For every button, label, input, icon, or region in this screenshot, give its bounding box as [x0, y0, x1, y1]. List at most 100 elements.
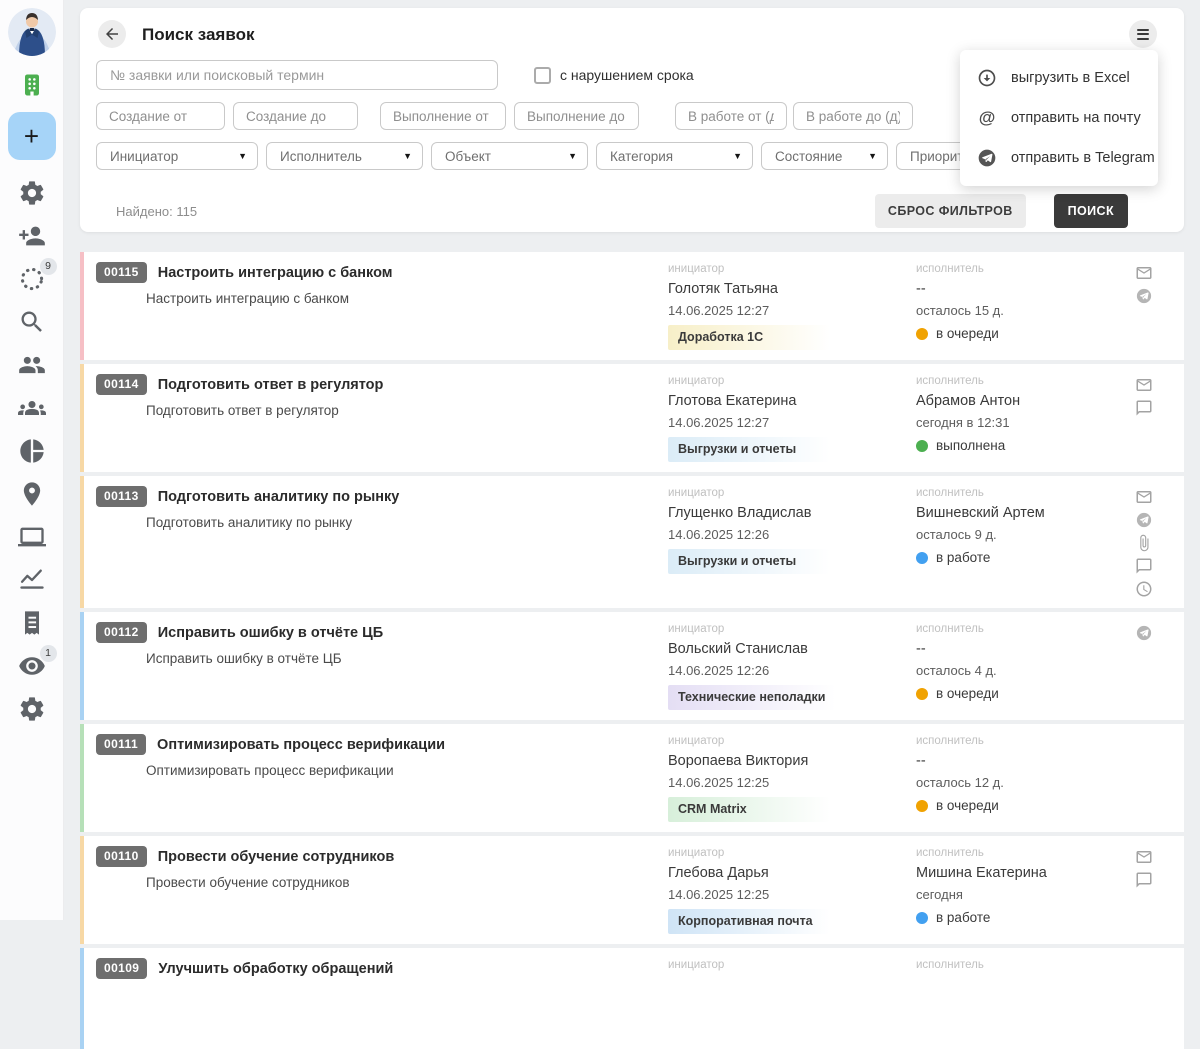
sidebar: + 9 1: [0, 0, 64, 920]
status-badge: в работе: [916, 550, 1132, 565]
back-arrow-icon: [103, 25, 121, 43]
initiator-label: инициатор: [668, 847, 916, 859]
clock-icon[interactable]: [1135, 580, 1153, 598]
category-tag: Выгрузки и отчеты: [668, 437, 830, 462]
mail-icon[interactable]: [1135, 848, 1153, 866]
download-circle-icon: [977, 68, 997, 88]
back-button[interactable]: [98, 20, 126, 48]
created-to-input[interactable]: [233, 102, 358, 130]
ticket-title: Провести обучение сотрудников: [158, 849, 395, 865]
created-date: 14.06.2025 12:26: [668, 527, 916, 542]
category-dropdown[interactable]: Категория▼: [596, 142, 753, 170]
inwork-from-input[interactable]: [675, 102, 787, 130]
menu-item-send-telegram[interactable]: отправить в Telegram: [960, 138, 1158, 178]
menu-item-send-email[interactable]: @ отправить на почту: [960, 98, 1158, 138]
telegram-icon[interactable]: [1135, 511, 1153, 529]
status-dot: [916, 552, 928, 564]
ticket-row[interactable]: 00109 Улучшить обработку обращений иници…: [80, 948, 1184, 1049]
telegram-icon[interactable]: [1135, 624, 1153, 642]
groups-icon[interactable]: [18, 394, 46, 422]
pie-chart-icon[interactable]: [18, 437, 46, 465]
ticket-row[interactable]: 00114 Подготовить ответ в регулятор Подг…: [80, 364, 1184, 472]
company-building-icon[interactable]: [18, 71, 46, 99]
menu-button[interactable]: [1129, 20, 1157, 48]
overdue-checkbox-label: с нарушением срока: [560, 67, 694, 83]
search-button[interactable]: ПОИСК: [1054, 194, 1128, 228]
reset-filters-button[interactable]: СБРОС ФИЛЬТРОВ: [875, 194, 1026, 228]
priority-stripe: [80, 836, 84, 944]
status-label: в работе: [936, 550, 990, 565]
gear-icon[interactable]: [18, 179, 46, 207]
done-from-input[interactable]: [380, 102, 506, 130]
chat-icon[interactable]: [1135, 871, 1153, 889]
category-tag: Доработка 1С: [668, 325, 830, 350]
deadline-text: осталось 9 д.: [916, 527, 1132, 542]
done-to-input[interactable]: [514, 102, 639, 130]
page-title: Поиск заявок: [142, 25, 254, 45]
mail-icon[interactable]: [1135, 488, 1153, 506]
initiator-name: Глотова Екатерина: [668, 393, 916, 409]
mail-icon[interactable]: [1135, 376, 1153, 394]
ticket-row[interactable]: 00115 Настроить интеграцию с банком Наст…: [80, 252, 1184, 360]
initiator-label: инициатор: [668, 375, 916, 387]
initiator-dropdown[interactable]: Инициатор▼: [96, 142, 258, 170]
chevron-down-icon: ▼: [568, 151, 577, 161]
people-icon[interactable]: [18, 351, 46, 379]
telegram-icon[interactable]: [1135, 287, 1153, 305]
search-icon[interactable]: [18, 308, 46, 336]
menu-item-export-excel[interactable]: выгрузить в Excel: [960, 58, 1158, 98]
executor-label: исполнитель: [916, 375, 1132, 387]
executor-dropdown[interactable]: Исполнитель▼: [266, 142, 423, 170]
mail-icon[interactable]: [1135, 264, 1153, 282]
created-from-input[interactable]: [96, 102, 225, 130]
progress-icon[interactable]: 9: [18, 265, 46, 293]
initiator-name: Воропаева Виктория: [668, 753, 916, 769]
priority-stripe: [80, 476, 84, 608]
priority-stripe: [80, 724, 84, 832]
created-date: 14.06.2025 12:25: [668, 887, 916, 902]
state-dropdown[interactable]: Состояние▼: [761, 142, 888, 170]
inwork-to-input[interactable]: [793, 102, 913, 130]
ticket-row[interactable]: 00110 Провести обучение сотрудников Пров…: [80, 836, 1184, 944]
initiator-name: Глебова Дарья: [668, 865, 916, 881]
ticket-list: 00115 Настроить интеграцию с банком Наст…: [80, 245, 1184, 1049]
status-badge: в очереди: [916, 326, 1132, 341]
chevron-down-icon: ▼: [733, 151, 742, 161]
ticket-row[interactable]: 00113 Подготовить аналитику по рынку Под…: [80, 476, 1184, 608]
status-badge: в очереди: [916, 798, 1132, 813]
search-input[interactable]: [96, 60, 498, 90]
chat-icon[interactable]: [1135, 557, 1153, 575]
priority-stripe: [80, 364, 84, 472]
executor-label: исполнитель: [916, 847, 1132, 859]
location-pin-icon[interactable]: [18, 480, 46, 508]
overdue-checkbox-group[interactable]: с нарушением срока: [534, 67, 694, 84]
ticket-description: Исправить ошибку в отчёте ЦБ: [146, 651, 668, 666]
executor-name: Мишина Екатерина: [916, 865, 1132, 881]
progress-badge: 9: [40, 258, 57, 275]
ticket-description: Оптимизировать процесс верификации: [146, 763, 668, 778]
object-dropdown[interactable]: Объект▼: [431, 142, 588, 170]
add-request-button[interactable]: +: [8, 112, 56, 160]
receipt-icon[interactable]: [18, 609, 46, 637]
settings-icon[interactable]: [18, 695, 46, 723]
ticket-title: Настроить интеграцию с банком: [158, 265, 393, 281]
ticket-row[interactable]: 00111 Оптимизировать процесс верификации…: [80, 724, 1184, 832]
user-avatar[interactable]: [8, 8, 56, 56]
chevron-down-icon: ▼: [238, 151, 247, 161]
laptop-icon[interactable]: [18, 523, 46, 551]
deadline-text: осталось 4 д.: [916, 663, 1132, 678]
chat-icon[interactable]: [1135, 399, 1153, 417]
deadline-text: сегодня в 12:31: [916, 415, 1132, 430]
export-menu: выгрузить в Excel @ отправить на почту о…: [960, 50, 1158, 186]
eye-icon[interactable]: 1: [18, 652, 46, 680]
person-add-icon[interactable]: [18, 222, 46, 250]
paperclip-icon[interactable]: [1135, 534, 1153, 552]
deadline-text: сегодня: [916, 887, 1132, 902]
overdue-checkbox[interactable]: [534, 67, 551, 84]
ticket-title: Подготовить аналитику по рынку: [158, 489, 400, 505]
line-chart-icon[interactable]: [18, 566, 46, 594]
executor-label: исполнитель: [916, 263, 1132, 275]
ticket-row[interactable]: 00112 Исправить ошибку в отчёте ЦБ Испра…: [80, 612, 1184, 720]
status-label: в работе: [936, 910, 990, 925]
ticket-title: Оптимизировать процесс верификации: [157, 737, 445, 753]
